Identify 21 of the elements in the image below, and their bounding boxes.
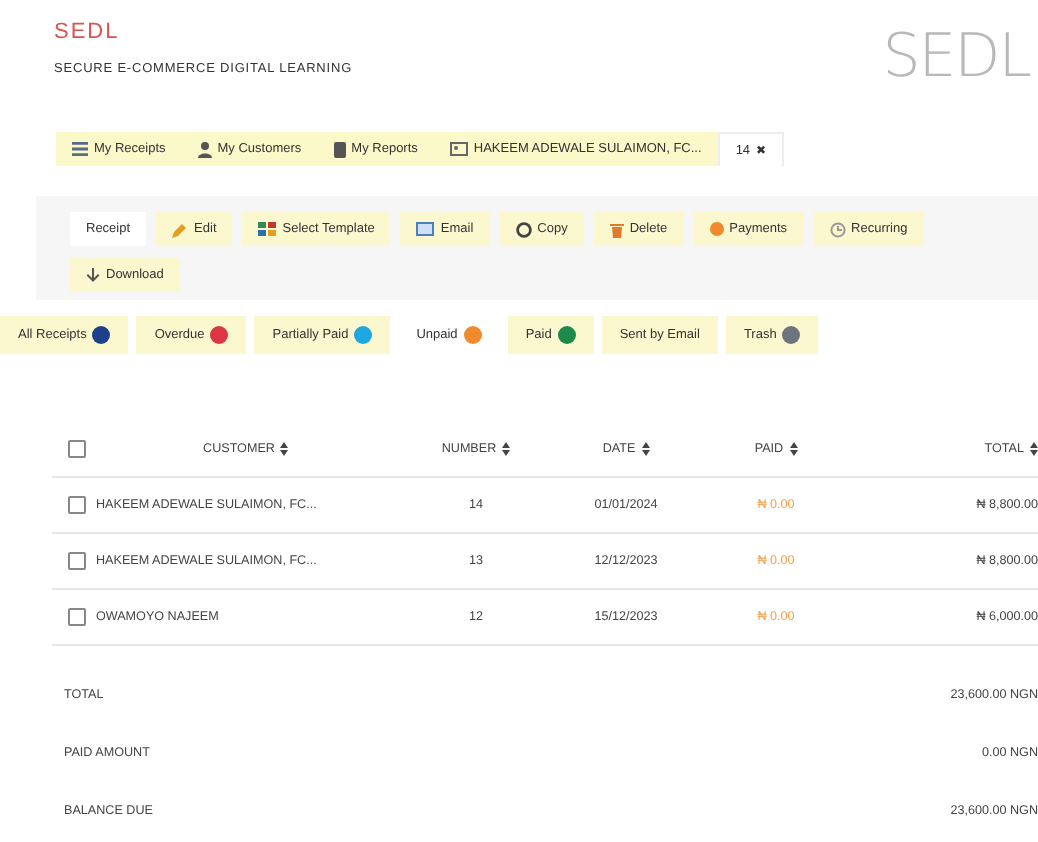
list-icon xyxy=(72,142,88,156)
user-icon xyxy=(197,141,212,157)
sort-icon[interactable] xyxy=(641,441,650,455)
id-card-icon xyxy=(449,142,468,156)
trash-icon xyxy=(609,221,624,237)
checkbox[interactable] xyxy=(68,439,86,457)
download-icon xyxy=(86,267,100,283)
envelope-icon xyxy=(416,222,435,236)
sort-icon[interactable] xyxy=(280,441,289,455)
checkbox[interactable] xyxy=(68,496,86,514)
checkbox[interactable] xyxy=(68,552,86,570)
dot-icon xyxy=(709,222,724,236)
checkbox[interactable] xyxy=(68,608,86,626)
sort-icon[interactable] xyxy=(789,441,798,455)
clock-icon xyxy=(829,221,846,237)
pencil-icon xyxy=(172,221,189,237)
brand-name: SEDL xyxy=(54,20,120,44)
sort-icon[interactable] xyxy=(1030,441,1038,455)
sort-icon[interactable] xyxy=(502,441,511,455)
logo: SEDL xyxy=(882,24,1030,92)
grid-icon xyxy=(258,222,277,236)
